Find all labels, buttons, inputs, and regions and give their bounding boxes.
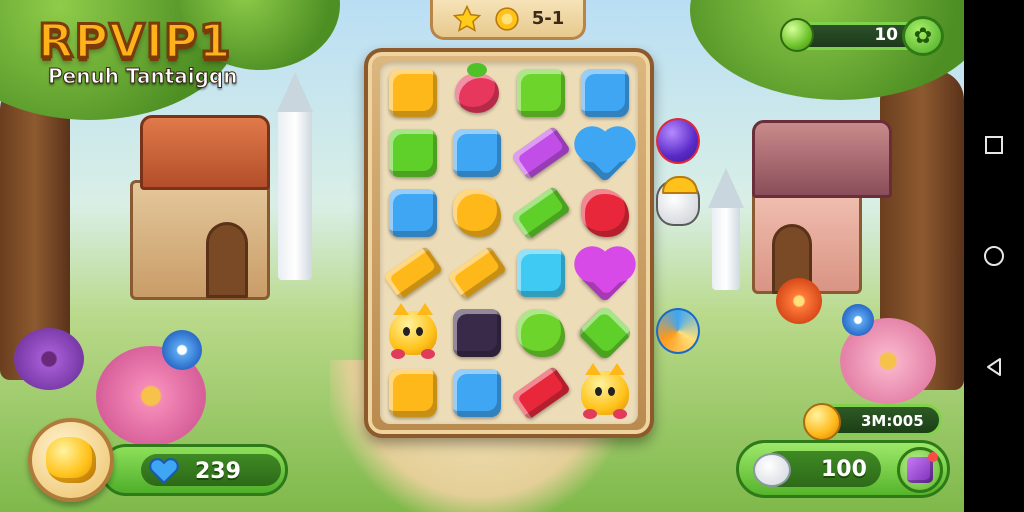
score-value: 3M:005 — [861, 412, 924, 430]
square-gem-icon — [517, 249, 565, 297]
board-tile[interactable] — [576, 304, 634, 362]
board-tile[interactable] — [448, 124, 506, 182]
board-tile[interactable] — [576, 244, 634, 303]
clover-button[interactable]: ✿ — [902, 16, 944, 56]
blue-flower — [162, 330, 202, 370]
back-icon — [987, 357, 1001, 376]
square-gem-icon — [453, 129, 501, 177]
back-button[interactable] — [976, 349, 1012, 385]
level-indicator: 5-1 — [430, 0, 586, 40]
board-tile[interactable] — [384, 303, 442, 362]
board-tile[interactable] — [448, 304, 506, 362]
diamond-gem-icon — [576, 304, 634, 362]
cottage-left — [130, 180, 270, 300]
purple-blob-blocker[interactable] — [656, 118, 700, 164]
lives-counter: 10 ✿ — [780, 16, 944, 56]
lives-value: 10 — [874, 25, 898, 45]
game-title: RPVIP1 — [37, 13, 233, 70]
robot-blocker[interactable] — [656, 176, 700, 226]
rect-gem-icon — [511, 365, 571, 421]
blob-gem-icon — [517, 309, 565, 357]
board-tile[interactable] — [447, 244, 507, 302]
board-grid — [380, 62, 638, 424]
board-tile[interactable] — [448, 364, 506, 422]
board-tile[interactable] — [512, 304, 570, 362]
level-label: 5-1 — [531, 8, 565, 29]
gift-box-icon — [907, 452, 938, 483]
board-tile[interactable] — [448, 63, 506, 122]
purple-flower — [14, 328, 84, 390]
square-gem-icon — [389, 369, 437, 417]
blue-heart-gem-icon — [149, 458, 179, 485]
recent-apps-icon — [985, 136, 1003, 155]
heart-gem-icon — [579, 251, 631, 303]
blob-gem-icon — [581, 189, 629, 237]
board-tile[interactable] — [384, 364, 442, 422]
shop-button[interactable] — [897, 447, 943, 493]
cottage-left-roof — [140, 115, 270, 190]
home-icon — [984, 245, 1004, 266]
rect-gem-icon — [383, 245, 443, 301]
gold-coin-icon — [803, 403, 841, 441]
clover-icon: ✿ — [913, 23, 933, 49]
board-tile[interactable] — [384, 124, 442, 182]
square-gem-icon — [581, 69, 629, 117]
square-gem-icon — [517, 69, 565, 117]
gold-chest-button[interactable] — [28, 418, 114, 502]
rect-gem-icon — [511, 185, 571, 241]
heart-gem-icon — [579, 131, 631, 183]
rect-gem-icon — [447, 245, 507, 301]
board-tile[interactable] — [383, 244, 443, 302]
leaf-icon — [467, 63, 487, 77]
swirl-candy-blocker[interactable] — [656, 308, 700, 354]
cottage-left-door — [206, 222, 248, 298]
dog-icon — [753, 453, 791, 487]
castle-tower-right — [712, 200, 740, 290]
board-tile[interactable] — [511, 124, 571, 182]
android-nav-bar — [964, 0, 1024, 512]
score-display: 3M:005 — [803, 403, 942, 441]
board-tile[interactable] — [576, 64, 634, 122]
square-gem-icon — [453, 369, 501, 417]
board-tile[interactable] — [576, 184, 634, 242]
board-tile[interactable] — [576, 124, 634, 183]
blue-flower-right — [842, 304, 874, 336]
star-icon — [452, 4, 481, 32]
board-tile[interactable] — [511, 184, 571, 242]
pet-count: 100 — [821, 457, 867, 482]
gem-counter[interactable]: 239 — [100, 444, 288, 496]
rect-gem-icon — [511, 125, 571, 181]
board-tile[interactable] — [512, 244, 570, 302]
castle-roof-left — [277, 72, 313, 112]
notification-dot — [928, 452, 938, 462]
game-subtitle: Penuh Tantaigqn — [47, 64, 238, 89]
board-tile[interactable] — [576, 363, 634, 422]
match3-board — [364, 48, 654, 438]
orange-flower — [776, 278, 822, 324]
green-orb-icon — [780, 18, 814, 52]
gem-count: 239 — [195, 459, 241, 484]
square-gem-icon — [389, 189, 437, 237]
castle-tower-left — [278, 110, 312, 280]
board-tile[interactable] — [384, 64, 442, 122]
chick-creature-icon — [581, 363, 629, 419]
cottage-right-roof — [752, 120, 892, 198]
board-tile[interactable] — [512, 64, 570, 122]
recent-apps-button[interactable] — [976, 127, 1012, 163]
square-gem-icon — [389, 129, 437, 177]
square-gem-icon — [389, 69, 437, 117]
board-tile[interactable] — [448, 184, 506, 242]
board-tile[interactable] — [384, 184, 442, 242]
home-button[interactable] — [976, 238, 1012, 274]
coin-icon — [495, 6, 519, 31]
gold-chest-icon — [46, 437, 96, 483]
board-tile[interactable] — [511, 364, 571, 422]
pet-counter[interactable]: 100 — [736, 440, 950, 498]
chick-creature-icon — [389, 303, 437, 359]
berry-gem-icon — [455, 63, 499, 113]
castle-roof-right — [708, 168, 744, 208]
square-gem-icon — [453, 309, 501, 357]
blob-gem-icon — [453, 189, 501, 237]
